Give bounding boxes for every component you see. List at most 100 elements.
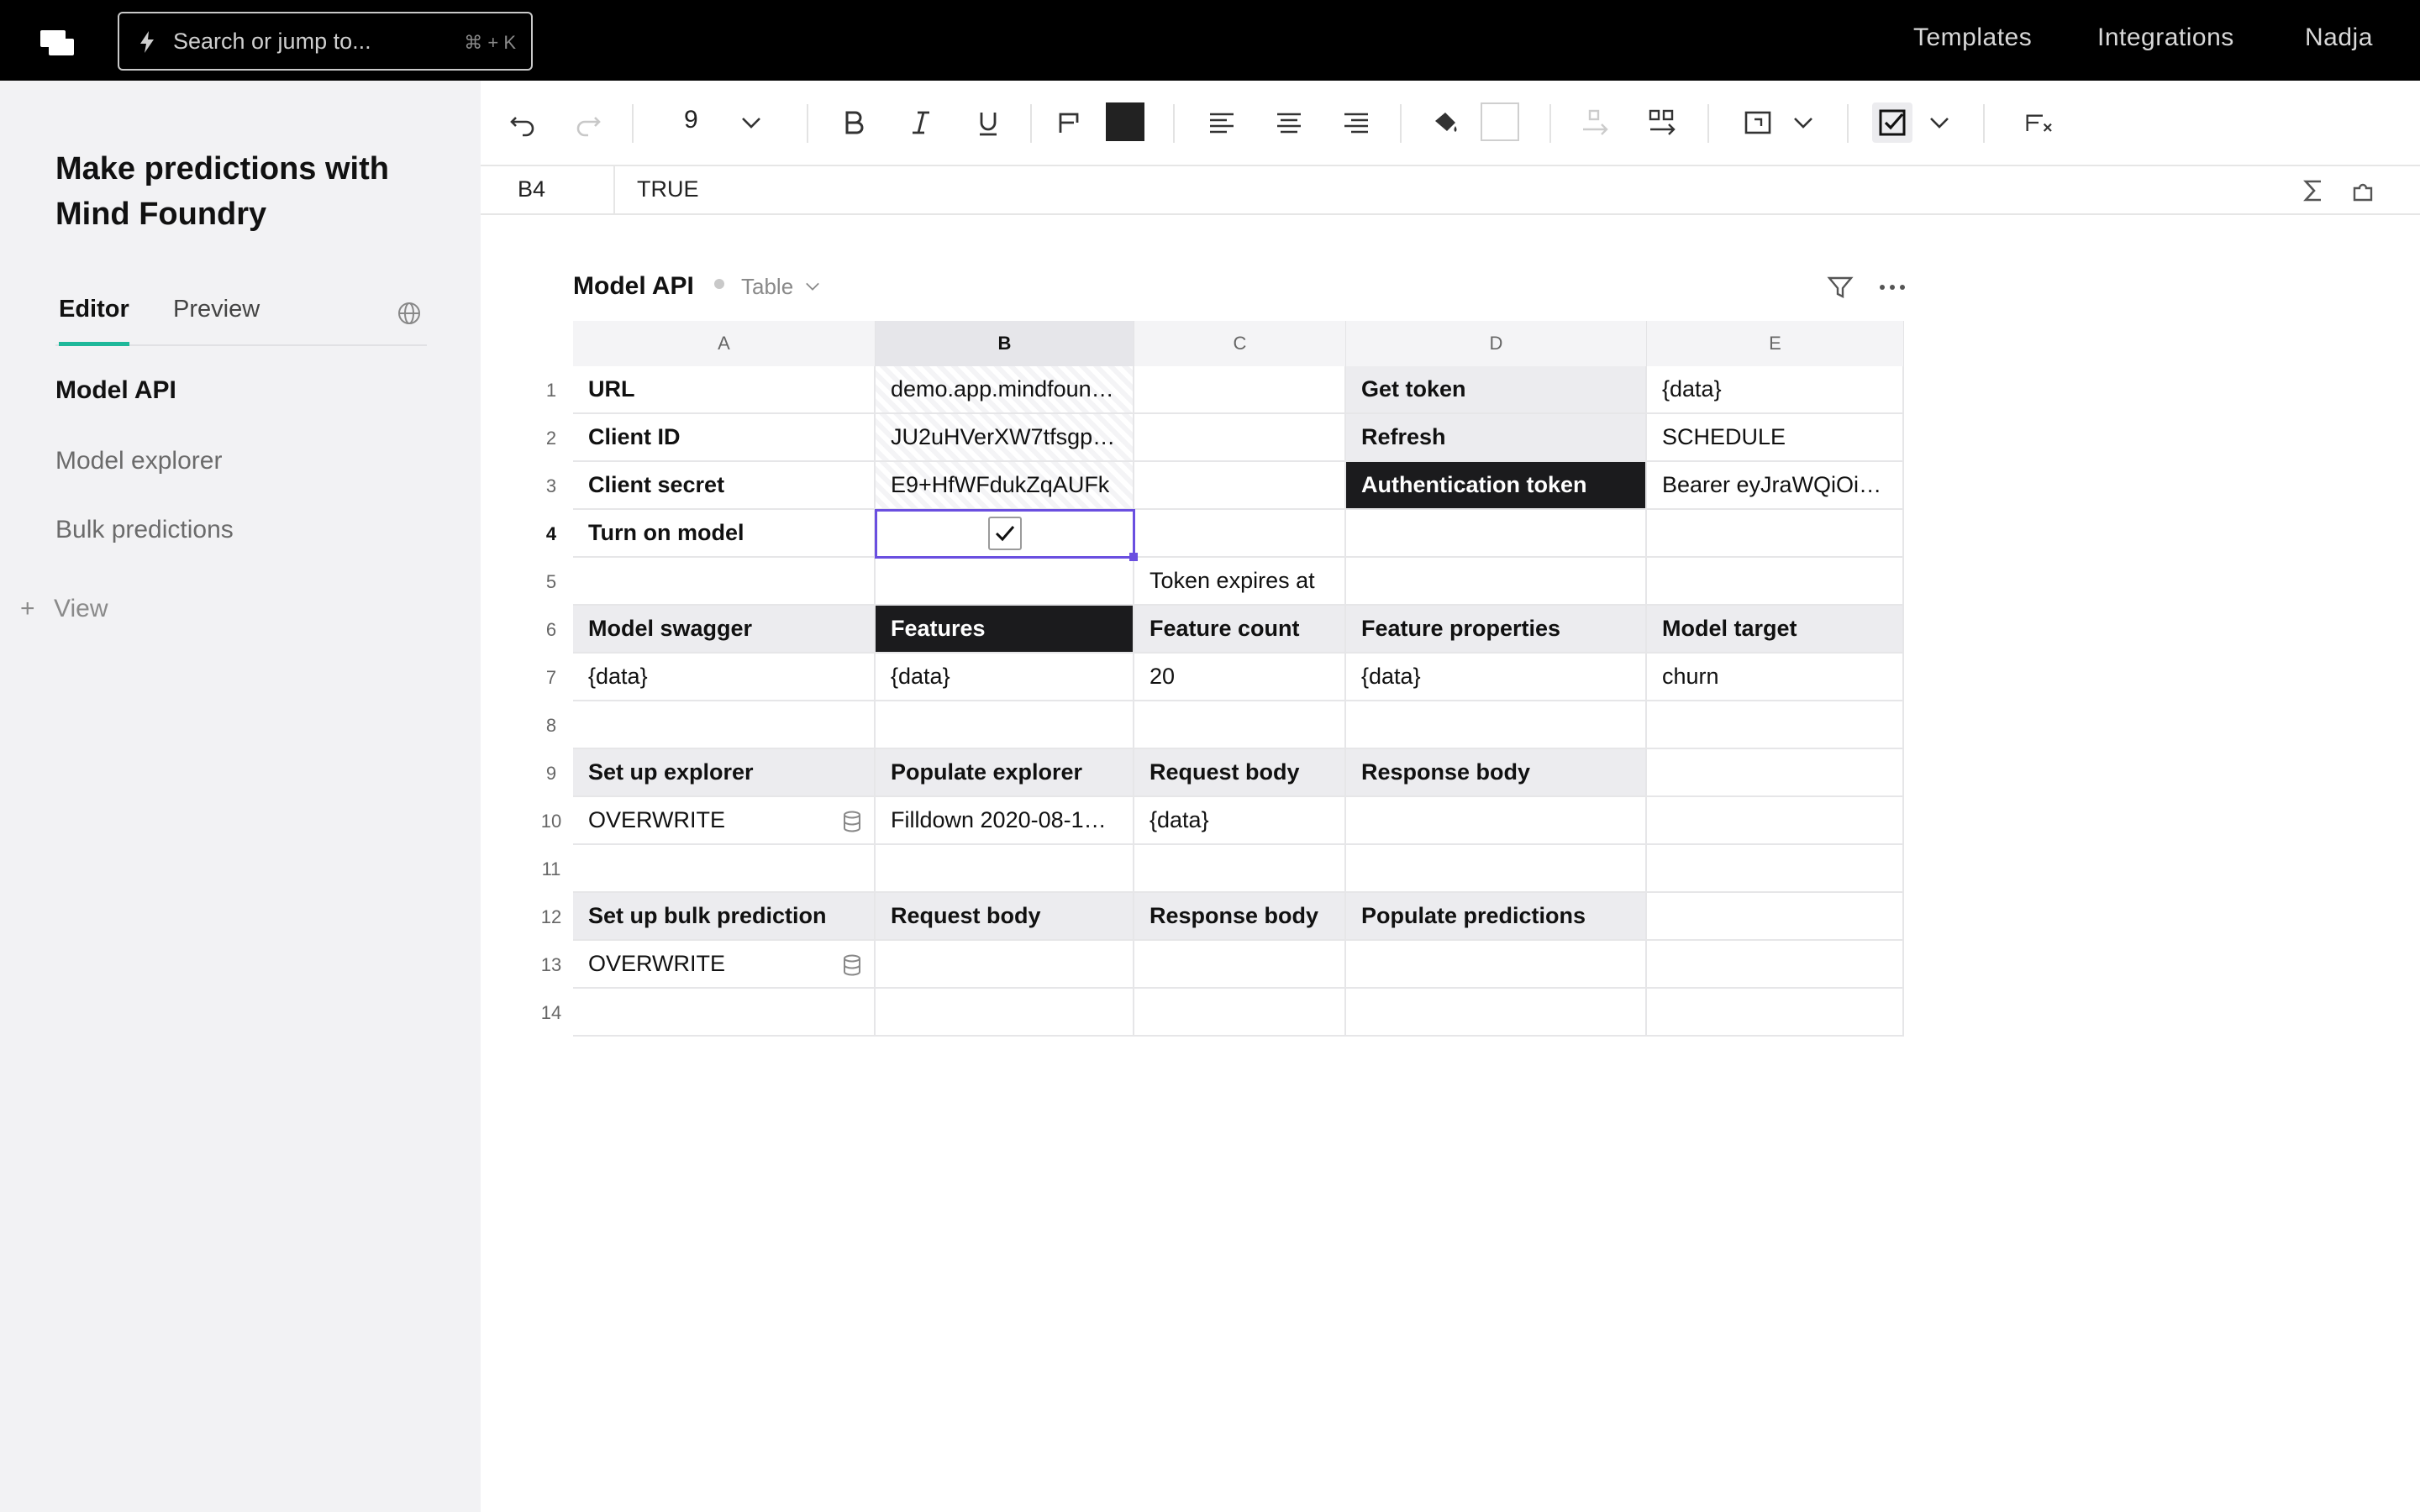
cell-d12[interactable]: Populate predictions — [1346, 893, 1647, 941]
checkbox-b4[interactable] — [988, 517, 1022, 550]
row-header-14[interactable]: 14 — [529, 989, 573, 1037]
cell-d9[interactable]: Response body — [1346, 749, 1647, 797]
cell-d2[interactable]: Refresh — [1346, 414, 1647, 462]
integrations-link[interactable]: Integrations — [2097, 24, 2234, 52]
database-icon[interactable] — [842, 954, 862, 976]
column-header-d[interactable]: D — [1346, 321, 1647, 366]
fill-color-button[interactable] — [1425, 102, 1465, 143]
sidebar-item-model-api[interactable]: Model API — [55, 376, 176, 405]
cell-e12[interactable] — [1647, 893, 1904, 941]
cell-c2[interactable] — [1134, 414, 1346, 462]
cell-a6[interactable]: Model swagger — [573, 606, 876, 654]
cell-a12[interactable]: Set up bulk prediction — [573, 893, 876, 941]
cell-a3[interactable]: Client secret — [573, 462, 876, 510]
cell-b14[interactable] — [876, 989, 1134, 1037]
cell-e14[interactable] — [1647, 989, 1904, 1037]
cell-e2[interactable]: SCHEDULE — [1647, 414, 1904, 462]
cell-type-dropdown[interactable] — [1919, 102, 1960, 143]
cell-b5[interactable] — [876, 558, 1134, 606]
cell-reference[interactable]: B4 — [518, 176, 545, 202]
row-header-9[interactable]: 9 — [529, 749, 573, 797]
row-header-3[interactable]: 3 — [529, 462, 573, 510]
cell-d7[interactable]: {data} — [1346, 654, 1647, 701]
cell-e9[interactable] — [1647, 749, 1904, 797]
cell-e4[interactable] — [1647, 510, 1904, 558]
cell-a13[interactable]: OVERWRITE — [573, 941, 876, 989]
cell-c9[interactable]: Request body — [1134, 749, 1346, 797]
cell-e13[interactable] — [1647, 941, 1904, 989]
cell-e5[interactable] — [1647, 558, 1904, 606]
cell-a4[interactable]: Turn on model — [573, 510, 876, 558]
sidebar-item-model-explorer[interactable]: Model explorer — [55, 447, 222, 475]
column-header-a[interactable]: A — [573, 321, 876, 366]
text-color-swatch[interactable] — [1106, 102, 1144, 141]
align-right-button[interactable] — [1336, 102, 1376, 143]
sidebar-item-bulk-predictions[interactable]: Bulk predictions — [55, 516, 234, 544]
italic-button[interactable] — [901, 102, 941, 143]
row-header-1[interactable]: 1 — [529, 366, 573, 414]
row-header-5[interactable]: 5 — [529, 558, 573, 606]
more-options-icon[interactable] — [1876, 274, 1909, 301]
font-size-dropdown[interactable] — [731, 102, 771, 143]
cell-d3[interactable]: Authentication token — [1346, 462, 1647, 510]
doc-title[interactable]: Make predictions with Mind Foundry — [55, 146, 459, 237]
cell-e8[interactable] — [1647, 701, 1904, 749]
row-header-8[interactable]: 8 — [529, 701, 573, 749]
cell-e11[interactable] — [1647, 845, 1904, 893]
column-header-c[interactable]: C — [1134, 321, 1346, 366]
cell-b2[interactable]: JU2uHVerXW7tfsgpQx — [876, 414, 1134, 462]
row-header-7[interactable]: 7 — [529, 654, 573, 701]
cell-c5[interactable]: Token expires at — [1134, 558, 1346, 606]
cell-a2[interactable]: Client ID — [573, 414, 876, 462]
text-color-button[interactable] — [1049, 102, 1089, 143]
formula-input[interactable]: TRUE — [637, 176, 699, 202]
cell-c3[interactable] — [1134, 462, 1346, 510]
cell-e6[interactable]: Model target — [1647, 606, 1904, 654]
bold-button[interactable] — [834, 102, 874, 143]
cell-d1[interactable]: Get token — [1346, 366, 1647, 414]
checkbox-format-button[interactable] — [1872, 102, 1912, 143]
cell-d8[interactable] — [1346, 701, 1647, 749]
cell-c14[interactable] — [1134, 989, 1346, 1037]
cell-a5[interactable] — [573, 558, 876, 606]
cell-e1[interactable]: {data} — [1647, 366, 1904, 414]
cell-c11[interactable] — [1134, 845, 1346, 893]
tab-preview[interactable]: Preview — [173, 296, 260, 343]
column-header-b[interactable]: B — [876, 321, 1134, 366]
cell-c12[interactable]: Response body — [1134, 893, 1346, 941]
cell-a7[interactable]: {data} — [573, 654, 876, 701]
cell-c7[interactable]: 20 — [1134, 654, 1346, 701]
cell-a8[interactable] — [573, 701, 876, 749]
cell-c13[interactable] — [1134, 941, 1346, 989]
cell-d4[interactable] — [1346, 510, 1647, 558]
cell-d6[interactable]: Feature properties — [1346, 606, 1647, 654]
search-box[interactable]: Search or jump to... ⌘ + K — [118, 12, 533, 71]
fill-handle[interactable] — [1129, 553, 1138, 561]
templates-link[interactable]: Templates — [1913, 24, 2032, 52]
clear-format-button[interactable] — [2013, 102, 2064, 143]
cell-b8[interactable] — [876, 701, 1134, 749]
cell-c8[interactable] — [1134, 701, 1346, 749]
cell-a14[interactable] — [573, 989, 876, 1037]
cell-b10[interactable]: Filldown 2020-08-17 10:42 — [876, 797, 1134, 845]
cell-d10[interactable] — [1346, 797, 1647, 845]
row-header-12[interactable]: 12 — [529, 893, 573, 941]
cell-b3[interactable]: E9+HfWFdukZqAUFk — [876, 462, 1134, 510]
cell-b6[interactable]: Features — [876, 606, 1134, 654]
cell-b12[interactable]: Request body — [876, 893, 1134, 941]
user-menu[interactable]: Nadja — [2305, 24, 2373, 52]
row-header-2[interactable]: 2 — [529, 414, 573, 462]
font-size-value[interactable]: 9 — [684, 106, 698, 134]
table-type-selector[interactable]: Table — [741, 274, 823, 300]
cell-d11[interactable] — [1346, 845, 1647, 893]
insert-row-above-button[interactable] — [1575, 102, 1615, 143]
fill-color-swatch[interactable] — [1481, 102, 1519, 141]
cell-b11[interactable] — [876, 845, 1134, 893]
add-view-button[interactable]: + View — [20, 595, 108, 623]
plugin-icon[interactable] — [2349, 176, 2378, 205]
cell-d5[interactable] — [1346, 558, 1647, 606]
cell-a1[interactable]: URL — [573, 366, 876, 414]
cell-b4[interactable] — [876, 510, 1134, 558]
cell-e10[interactable] — [1647, 797, 1904, 845]
underline-button[interactable] — [968, 102, 1008, 143]
